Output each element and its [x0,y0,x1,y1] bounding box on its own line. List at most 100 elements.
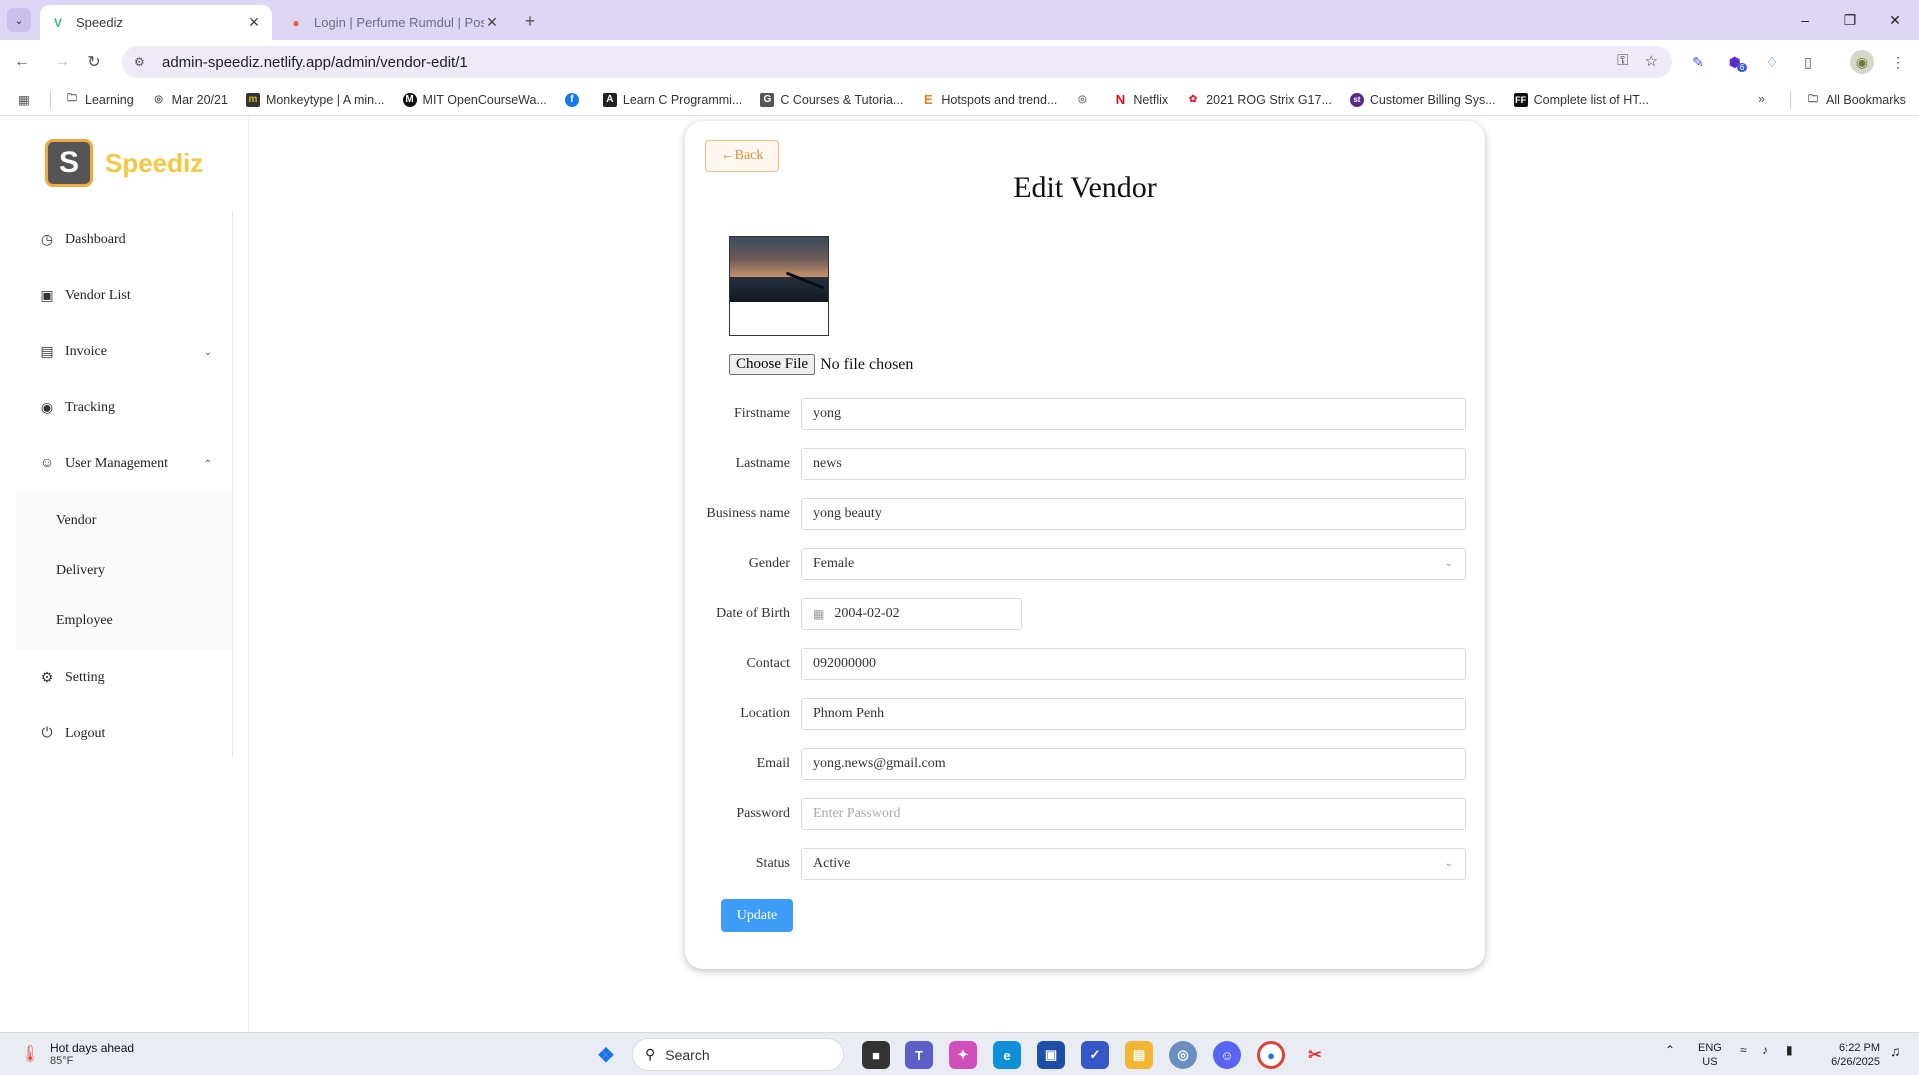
password-label: Password [736,806,790,821]
sidebar-subitem-delivery[interactable]: Delivery [16,546,232,596]
chevron-right-double-icon[interactable]: » [1758,92,1765,106]
bookmark-learning[interactable]: 🗀 Learning [65,93,134,107]
back-button[interactable]: ←Back [705,140,779,172]
bookmark-facebook[interactable]: f [564,92,585,107]
app-logo[interactable]: S Speediz [45,139,203,187]
restore-icon[interactable]: ❐ [1838,8,1862,32]
bookmark-mar[interactable]: ◎ Mar 20/21 [152,93,228,107]
language-indicator[interactable]: ENG US [1698,1041,1722,1069]
bookmark-courses[interactable]: G C Courses & Tutoria... [760,92,904,107]
apps-grid-icon[interactable]: ▦ [18,92,32,107]
volume-icon[interactable]: ♪ [1762,1043,1768,1057]
system-clock[interactable]: 6:22 PM 6/26/2025 [1820,1041,1880,1069]
sidebar-item-dashboard[interactable]: ◷ Dashboard [16,212,232,268]
firstname-field[interactable]: yong [801,398,1466,430]
task-view-icon[interactable]: ■ [862,1041,890,1069]
notification-bell-icon[interactable]: ♫ [1890,1043,1901,1059]
globe-app-icon[interactable]: ◎ [1169,1041,1197,1069]
site-info-icon[interactable]: ⚙ [134,55,152,69]
minimize-icon[interactable]: – [1793,8,1817,32]
bookmark-label: C Courses & Tutoria... [780,92,904,107]
browser-tab-bar: ⌄ V Speediz ✕ ● Login | Perfume Rumdul |… [0,0,1919,40]
sidebar-subitem-vendor[interactable]: Vendor [16,496,232,546]
tab-search-icon[interactable]: ⌄ [7,8,31,32]
battery-icon[interactable]: ▮ [1786,1043,1793,1057]
folder-icon: 🗀 [1808,93,1818,105]
sidebar-item-user-management[interactable]: ☺ User Management ⌃ [16,436,232,492]
pen-extension-icon[interactable]: ✎ [1686,50,1710,74]
sidebar-item-label: Logout [65,726,106,741]
profile-avatar-icon[interactable]: ◉ [1850,50,1874,74]
bookmark-globe[interactable]: ◎ [1075,93,1095,107]
gender-select[interactable]: Female ⌄ [801,548,1466,580]
sidebar-item-tracking[interactable]: ◉ Tracking [16,380,232,436]
contact-field[interactable]: 092000000 [801,648,1466,680]
all-bookmarks[interactable]: 🗀 All Bookmarks [1806,93,1906,107]
teams-icon[interactable]: T [905,1041,933,1069]
chevron-up-icon[interactable]: ⌃ [1665,1043,1675,1057]
sidebar-item-vendor-list[interactable]: ▣ Vendor List [16,268,232,324]
forward-arrow-icon[interactable]: → [50,50,74,74]
choose-file-button[interactable]: Choose File [729,354,816,375]
tab-postman[interactable]: ● Login | Perfume Rumdul | Postm ✕ [278,5,510,40]
location-pin-icon: ◉ [40,400,54,416]
close-icon[interactable]: ✕ [484,14,500,31]
globe-icon: ◎ [1078,94,1087,105]
sidebar-item-setting[interactable]: ⚙ Setting [16,650,232,706]
business-name-row: Business name yong beauty [685,498,1485,530]
kebab-menu-icon[interactable]: ⋮ [1886,50,1910,74]
location-field[interactable]: Phnom Penh [801,698,1466,730]
window-close-icon[interactable]: ✕ [1883,8,1907,32]
dob-picker[interactable]: ▦ 2004-02-02 [801,598,1022,630]
sidebar-item-invoice[interactable]: ▤ Invoice ⌄ [16,324,232,380]
password-field[interactable]: Enter Password [801,798,1466,830]
address-bar[interactable]: ⚙ admin-speediz.netlify.app/admin/vendor… [122,46,1672,78]
weather-widget[interactable]: 🌡 Hot days ahead 85°F [20,1041,134,1067]
tab-title: Login | Perfume Rumdul | Postm [314,15,484,30]
update-button[interactable]: Update [721,899,793,932]
gender-label: Gender [748,556,790,571]
bookmark-htmlff[interactable]: FF Complete list of HT... [1513,92,1649,107]
new-tab-icon[interactable]: + [518,9,542,33]
power-icon: ⏻ [41,726,53,741]
status-select[interactable]: Active ⌄ [801,848,1466,880]
windows-start-icon[interactable]: ❖ [592,1041,620,1069]
lastname-field[interactable]: news [801,448,1466,480]
bookmark-rog[interactable]: ✿ 2021 ROG Strix G17... [1186,93,1332,107]
user-management-submenu: Vendor Delivery Employee [16,492,232,650]
bookmark-monkeytype[interactable]: m Monkeytype | A min... [245,92,385,107]
taskbar-search[interactable]: ⚲ Search [632,1038,844,1071]
close-icon[interactable]: ✕ [246,14,262,31]
sidebar-item-logout[interactable]: ⏻ Logout [16,706,232,762]
copilot-icon[interactable]: ✦ [949,1041,977,1069]
chrome-icon[interactable]: ● [1257,1041,1285,1069]
store-icon[interactable]: ▣ [1037,1041,1065,1069]
ff-icon: FF [1513,92,1528,107]
edge-icon[interactable]: e [993,1041,1021,1069]
email-field[interactable]: yong.news@gmail.com [801,748,1466,780]
wifi-icon[interactable]: ≈ [1740,1043,1747,1057]
bookmark-billing[interactable]: st Customer Billing Sys... [1349,92,1496,107]
file-explorer-icon[interactable]: ▤ [1125,1041,1153,1069]
bookmark-netflix[interactable]: N Netflix [1113,92,1168,107]
translate-icon[interactable]: ♢ [1760,50,1784,74]
puzzle-extensions-icon[interactable]: ▯ [1796,50,1820,74]
back-arrow-icon[interactable]: ← [10,50,34,74]
sidebar-subitem-employee[interactable]: Employee [16,596,232,646]
bookmark-label: Customer Billing Sys... [1369,92,1496,107]
bookmark-mit[interactable]: M MIT OpenCourseWa... [402,92,547,107]
discord-icon[interactable]: ☺ [1213,1041,1241,1069]
divider [1790,91,1791,109]
business-name-field[interactable]: yong beauty [801,498,1466,530]
logo-mark: S [45,139,93,187]
bookmark-star-icon[interactable]: ☆ [1645,52,1658,70]
snipping-tool-icon[interactable]: ✂ [1301,1041,1329,1069]
password-key-icon[interactable]: ⚿ [1617,52,1628,70]
bookmark-hotspots[interactable]: E Hotspots and trend... [921,92,1057,107]
bookmark-learnc[interactable]: A Learn C Programmi... [602,92,742,107]
tab-speediz[interactable]: V Speediz ✕ [40,5,272,40]
extension-badge-icon[interactable]: ⬢ 6 [1726,50,1750,74]
vscode-icon[interactable]: ✓ [1081,1041,1109,1069]
weather-text: Hot days ahead 85°F [50,1041,134,1067]
reload-icon[interactable]: ↻ [82,50,106,74]
